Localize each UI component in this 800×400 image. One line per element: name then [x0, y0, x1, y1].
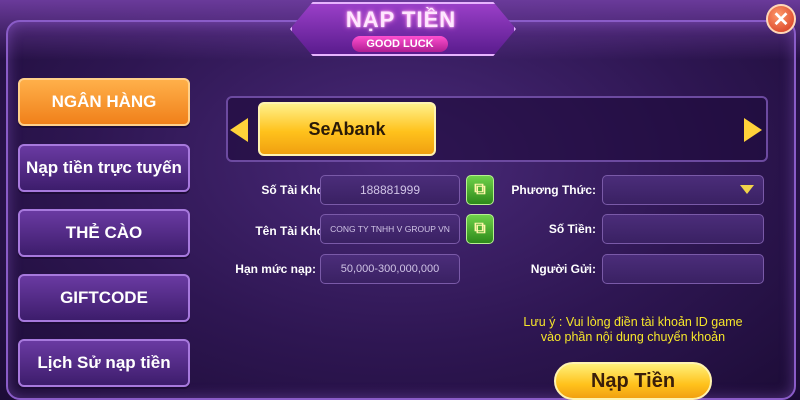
dialog-subtitle: GOOD LUCK — [352, 36, 448, 52]
copy-account-number-button[interactable]: ⧉ — [466, 175, 494, 205]
selected-bank-label: SeAbank — [308, 118, 386, 139]
menu-item-giftcode[interactable]: GIFTCODE — [18, 274, 190, 322]
menu-item-label: NGÂN HÀNG — [51, 92, 157, 111]
menu-item-label: Nạp tiền trực tuyến — [26, 158, 182, 177]
amount-input[interactable] — [602, 214, 764, 244]
submit-label: Nạp Tiền — [590, 369, 676, 392]
method-label: Phương Thức: — [511, 183, 596, 197]
menu-item-the-cao[interactable]: THẺ CÀO — [18, 209, 190, 257]
close-icon: ✕ — [772, 9, 790, 31]
copy-account-name-button[interactable]: ⧉ — [466, 214, 494, 244]
next-bank-arrow-icon[interactable] — [744, 118, 762, 142]
account-number-field: 188881999 — [320, 175, 460, 205]
menu-item-lich-su-nap-tien[interactable]: Lịch Sử nạp tiền — [18, 339, 190, 387]
account-number-value: 188881999 — [359, 183, 421, 197]
account-name-value: CONG TY TNHH V GROUP VN — [330, 224, 450, 234]
limit-label: Hạn mức nạp: — [235, 262, 316, 276]
limit-value: 50,000-300,000,000 — [340, 263, 440, 275]
menu-item-label: THẺ CÀO — [65, 223, 143, 242]
copy-icon: ⧉ — [474, 220, 486, 237]
menu-item-label: GIFTCODE — [60, 288, 148, 307]
account-name-field: CONG TY TNHH V GROUP VN — [320, 214, 460, 244]
amount-label: Số Tiền: — [548, 222, 596, 236]
close-button[interactable]: ✕ — [766, 4, 796, 34]
note-line-2: vào phần nội dung chuyển khoản — [540, 330, 726, 344]
copy-icon: ⧉ — [474, 181, 486, 198]
dialog-title: NẠP TIỀN — [345, 7, 457, 32]
sender-input[interactable] — [602, 254, 764, 284]
chevron-down-icon[interactable] — [740, 185, 754, 194]
submit-deposit-button[interactable]: Nạp Tiền — [554, 362, 712, 400]
menu-item-ngan-hang[interactable]: NGÂN HÀNG — [18, 78, 190, 126]
note-line-1: Lưu ý : Vui lòng điền tài khoản ID game — [523, 315, 743, 329]
note-text: Lưu ý : Vui lòng điền tài khoản ID game … — [494, 315, 772, 345]
limit-field: 50,000-300,000,000 — [320, 254, 460, 284]
menu-item-label: Lịch Sử nạp tiền — [37, 353, 171, 372]
menu-item-nap-tien-truc-tuyen[interactable]: Nạp tiền trực tuyến — [18, 144, 190, 192]
prev-bank-arrow-icon[interactable] — [230, 118, 248, 142]
selected-bank-button[interactable]: SeAbank — [258, 102, 436, 156]
sender-label: Người Gửi: — [530, 262, 596, 276]
